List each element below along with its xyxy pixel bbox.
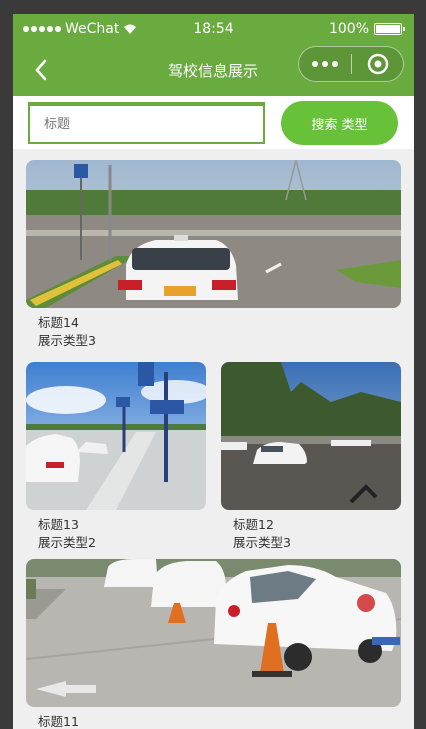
item-type: 展示类型3 (38, 333, 96, 348)
mini-program-capsule (298, 46, 404, 82)
search-bar: 搜索 类型 (13, 96, 414, 149)
carrier-label: WeChat (65, 21, 120, 37)
driving-school-photo (26, 559, 401, 707)
search-type-button[interactable]: 搜索 类型 (281, 101, 398, 145)
driving-school-photo (221, 362, 401, 510)
search-input[interactable] (28, 102, 265, 144)
nav-bar: 驾校信息展示 (13, 44, 414, 96)
back-button[interactable] (21, 50, 61, 90)
status-bar: WeChat 18:54 100% (13, 14, 414, 44)
item-type: 展示类型2 (38, 535, 96, 550)
target-icon (367, 53, 388, 75)
item-title: 标题12 (233, 517, 274, 532)
item-title: 标题11 (38, 714, 79, 729)
page-title: 驾校信息展示 (167, 61, 258, 80)
wifi-icon (124, 24, 137, 34)
battery-percent: 100% (328, 21, 369, 37)
battery-icon (374, 23, 405, 35)
driving-school-photo (26, 362, 206, 510)
list-item[interactable]: 标题11 (26, 559, 401, 729)
signal-icon (23, 26, 61, 32)
list-item[interactable]: 标题12 展示类型3 (221, 362, 401, 552)
close-miniprogram-button[interactable] (352, 53, 403, 75)
item-title: 标题14 (38, 315, 79, 330)
more-icon[interactable] (299, 61, 351, 67)
chevron-left-icon (35, 59, 47, 81)
item-title: 标题13 (38, 517, 79, 532)
driving-school-photo (26, 160, 401, 308)
list-item[interactable]: 标题14 展示类型3 (26, 160, 401, 350)
list-item[interactable]: 标题13 展示类型2 (26, 362, 206, 552)
item-type: 展示类型3 (233, 535, 291, 550)
phone-screen: WeChat 18:54 100% 驾校信息展示 搜索 类型 (13, 14, 414, 729)
